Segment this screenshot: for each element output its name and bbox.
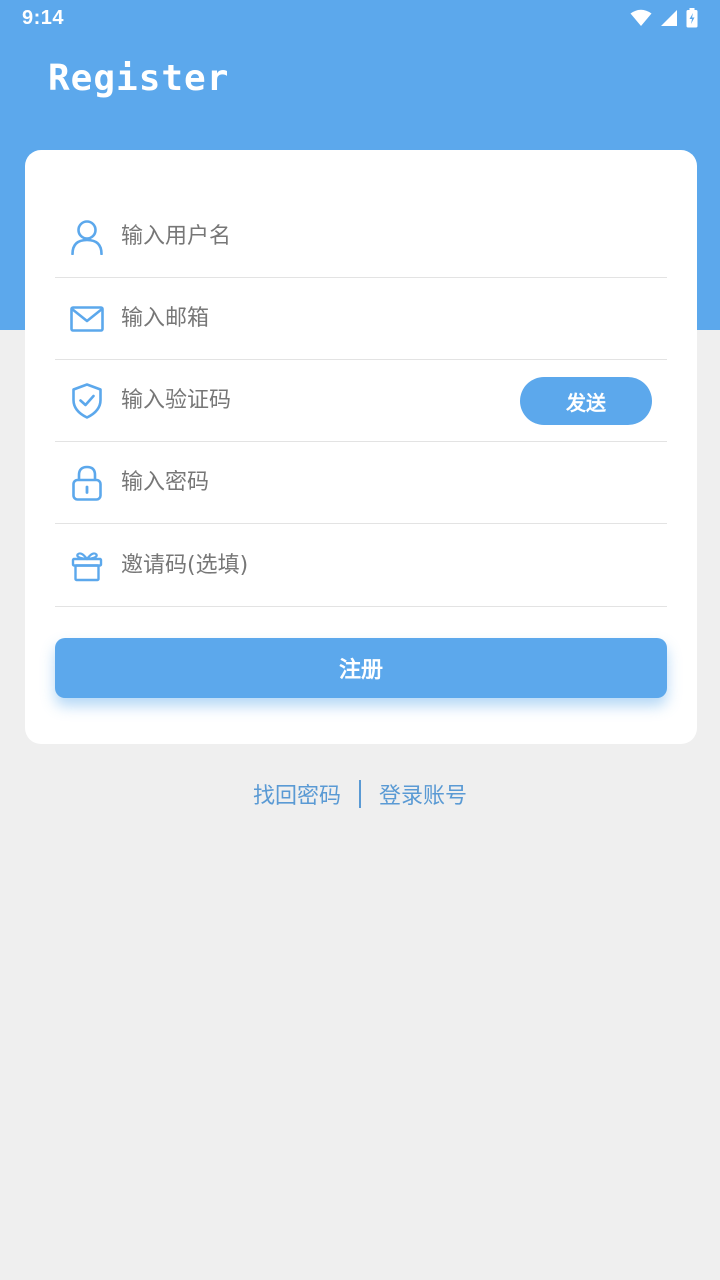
gift-icon bbox=[70, 549, 104, 583]
password-row bbox=[55, 442, 667, 524]
email-row bbox=[55, 278, 667, 360]
password-input[interactable] bbox=[121, 470, 501, 495]
status-time: 9:14 bbox=[22, 6, 65, 29]
user-icon bbox=[70, 219, 104, 255]
link-separator bbox=[359, 780, 361, 808]
page-title: Register bbox=[48, 58, 230, 99]
login-link[interactable]: 登录账号 bbox=[379, 778, 467, 810]
username-row bbox=[55, 196, 667, 278]
username-input[interactable] bbox=[121, 224, 501, 249]
register-screen: 9:14 Register 输入用户名 输入邮箱 输入验证码 发送 邀请码(选填… bbox=[0, 0, 720, 1280]
footer-links: 找回密码 登录账号 bbox=[0, 774, 720, 814]
forgot-password-link[interactable]: 找回密码 bbox=[253, 778, 341, 810]
signal-icon bbox=[660, 9, 678, 27]
mail-icon bbox=[70, 302, 104, 336]
invite-row bbox=[55, 525, 667, 607]
lock-icon bbox=[70, 465, 104, 501]
email-input[interactable] bbox=[121, 306, 501, 331]
invite-code-input[interactable] bbox=[121, 553, 501, 578]
send-code-button[interactable]: 发送 bbox=[520, 377, 652, 425]
status-bar: 9:14 bbox=[0, 0, 720, 36]
register-card: 发送 注册 bbox=[25, 150, 697, 744]
code-row: 发送 bbox=[55, 360, 667, 442]
verification-code-input[interactable] bbox=[121, 388, 441, 413]
register-button[interactable]: 注册 bbox=[55, 638, 667, 698]
shield-check-icon bbox=[70, 382, 104, 419]
battery-icon bbox=[686, 8, 698, 28]
status-icons bbox=[630, 8, 698, 28]
wifi-icon bbox=[630, 9, 652, 27]
